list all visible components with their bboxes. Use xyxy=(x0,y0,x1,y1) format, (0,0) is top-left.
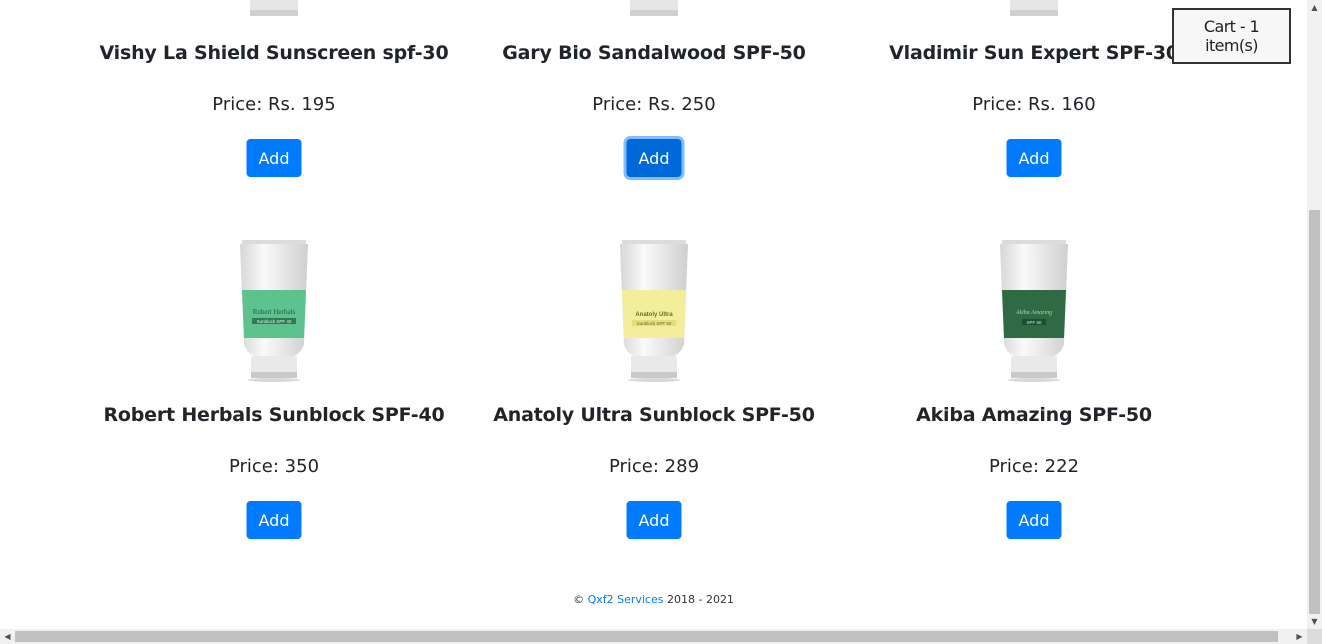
sunscreen-tube-image xyxy=(250,0,298,16)
product-price: Price: 350 xyxy=(228,456,320,477)
company-link[interactable]: Qxf2 Services xyxy=(588,593,664,606)
scroll-up-arrow-icon[interactable]: ▲ xyxy=(1307,0,1322,15)
tube-brand-text: Anatoly Ultra xyxy=(635,312,673,318)
tube-brand-text: Robert Herbals xyxy=(253,308,296,316)
product-name: Vladimir Sun Expert SPF-30 xyxy=(889,42,1179,64)
tube-sub-text: Sunblock SPF 40 xyxy=(257,319,292,324)
sunscreen-tube-image xyxy=(630,0,678,16)
product-card: Vladimir Sun Expert SPF-30 Price: Rs. 16… xyxy=(844,0,1224,190)
add-to-cart-button[interactable]: Add xyxy=(1006,139,1062,177)
add-to-cart-button[interactable]: Add xyxy=(626,139,682,177)
product-name: Robert Herbals Sunblock SPF-40 xyxy=(103,404,445,426)
product-name: Gary Bio Sandalwood SPF-50 xyxy=(502,42,806,64)
tube-brand-text: Akiba Amazing xyxy=(1015,310,1052,316)
copyright-years: 2018 - 2021 xyxy=(666,593,734,606)
product-image xyxy=(604,0,704,20)
scroll-left-arrow-icon[interactable]: ◀ xyxy=(0,629,15,644)
add-to-cart-button[interactable]: Add xyxy=(246,139,302,177)
product-price: Price: Rs. 195 xyxy=(212,94,336,115)
product-image: Anatoly Ultra Sunblock SPF 50 xyxy=(604,232,704,382)
footer: © Qxf2 Services 2018 - 2021 xyxy=(0,593,1307,606)
page-viewport: Vishy La Shield Sunscreen spf-30 Price: … xyxy=(0,0,1307,629)
product-name: Anatoly Ultra Sunblock SPF-50 xyxy=(493,404,815,426)
product-price: Price: Rs. 160 xyxy=(972,94,1096,115)
product-card: Vishy La Shield Sunscreen spf-30 Price: … xyxy=(84,0,464,190)
product-card: Akiba Amazing SPF 50 Akiba Amazing SPF-5… xyxy=(844,232,1224,552)
sunscreen-tube-image: Akiba Amazing SPF 50 xyxy=(1000,240,1068,382)
product-card: Robert Herbals Sunblock SPF 40 Robert He… xyxy=(84,232,464,552)
tube-sub-text: SPF 50 xyxy=(1026,320,1042,325)
product-card: Gary Bio Sandalwood SPF-50 Price: Rs. 25… xyxy=(464,0,844,190)
product-name: Vishy La Shield Sunscreen spf-30 xyxy=(99,42,449,64)
product-price: Price: 289 xyxy=(608,456,700,477)
product-card: Anatoly Ultra Sunblock SPF 50 Anatoly Ul… xyxy=(464,232,844,552)
product-price: Price: Rs. 250 xyxy=(592,94,716,115)
vertical-scrollbar[interactable]: ▲ ▼ xyxy=(1307,0,1322,629)
product-name: Akiba Amazing SPF-50 xyxy=(916,404,1152,426)
add-to-cart-button[interactable]: Add xyxy=(246,501,302,539)
product-image: Akiba Amazing SPF 50 xyxy=(984,232,1084,382)
copyright-symbol: © xyxy=(573,593,585,606)
product-price: Price: 222 xyxy=(988,456,1080,477)
sunscreen-tube-image: Robert Herbals Sunblock SPF 40 xyxy=(240,240,308,382)
add-to-cart-button[interactable]: Add xyxy=(626,501,682,539)
cart-button[interactable]: Cart - 1 item(s) xyxy=(1172,8,1291,64)
sunscreen-tube-image: Anatoly Ultra Sunblock SPF 50 xyxy=(620,240,688,382)
horizontal-scrollbar[interactable]: ◀ ▶ xyxy=(0,629,1307,644)
vertical-scrollbar-thumb[interactable] xyxy=(1309,210,1320,614)
scrollbar-corner xyxy=(1307,629,1322,644)
horizontal-scrollbar-thumb[interactable] xyxy=(15,631,1278,642)
add-to-cart-button[interactable]: Add xyxy=(1006,501,1062,539)
sunscreen-tube-image xyxy=(1010,0,1058,16)
product-image: Robert Herbals Sunblock SPF 40 xyxy=(224,232,324,382)
scroll-right-arrow-icon[interactable]: ▶ xyxy=(1292,629,1307,644)
product-image xyxy=(224,0,324,20)
scroll-down-arrow-icon[interactable]: ▼ xyxy=(1307,614,1322,629)
tube-sub-text: Sunblock SPF 50 xyxy=(637,321,672,326)
product-image xyxy=(984,0,1084,20)
